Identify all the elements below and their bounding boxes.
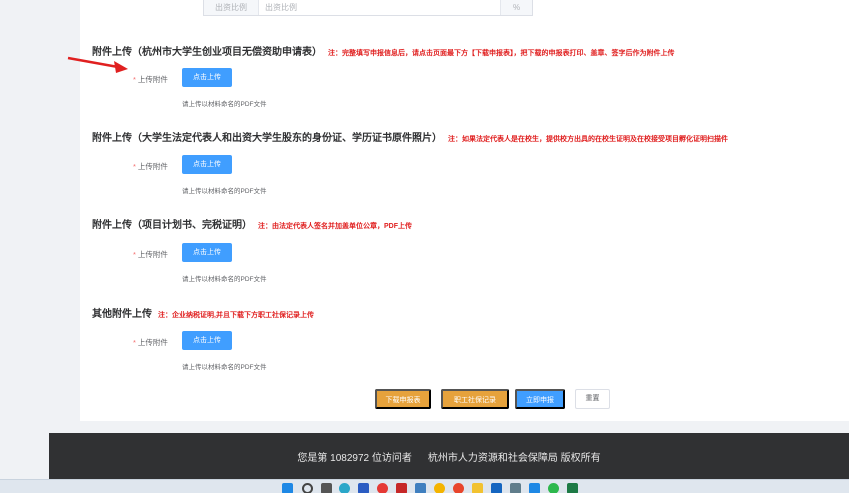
upload-hint: 请上传以材料命名的PDF文件 — [182, 185, 267, 195]
required-mark: * — [133, 250, 136, 259]
ratio-input-group[interactable]: 出资比例 出资比例 % — [203, 0, 533, 16]
app-icon[interactable] — [491, 483, 502, 493]
required-mark: * — [133, 75, 136, 84]
social-security-button[interactable]: 职工社保记录 — [441, 389, 509, 409]
section-note: 注：由法定代表人签名并加盖单位公章，PDF上传 — [258, 223, 412, 230]
form-actions: 职工社保记录 — [441, 389, 509, 409]
app-icon[interactable] — [510, 483, 521, 493]
section-title-business-plan: 附件上传（项目计划书、完税证明） 注：由法定代表人签名并加盖单位公章，PDF上传 — [92, 216, 412, 231]
upload-button-1[interactable]: 点击上传 — [182, 68, 232, 87]
windows-taskbar — [0, 479, 849, 493]
upload-field-label: *上传附件 — [133, 74, 168, 85]
app-icon[interactable] — [434, 483, 445, 493]
form-actions: 立即申报 — [515, 389, 565, 409]
download-form-button[interactable]: 下载申报表 — [375, 389, 431, 409]
submit-button[interactable]: 立即申报 — [515, 389, 565, 409]
section-title-other: 其他附件上传注：企业纳税证明,并且下载下方职工社保记录上传 — [92, 305, 314, 320]
upload-label-text: 上传附件 — [138, 250, 168, 259]
start-icon[interactable] — [282, 483, 293, 493]
section-title-text: 附件上传（大学生法定代表人和出资大学生股东的身份证、学历证书原件照片） — [92, 133, 442, 144]
form-card — [80, 0, 849, 421]
page-footer: 您是第 1082972 位访问者 杭州市人力资源和社会保障局 版权所有 — [49, 433, 849, 479]
required-mark: * — [133, 162, 136, 171]
search-icon[interactable] — [302, 483, 313, 493]
ratio-label: 出资比例 — [204, 0, 259, 15]
upload-hint: 请上传以材料命名的PDF文件 — [182, 361, 267, 371]
upload-field-label: *上传附件 — [133, 161, 168, 172]
upload-field-label: *上传附件 — [133, 249, 168, 260]
upload-hint: 请上传以材料命名的PDF文件 — [182, 98, 267, 108]
word-icon[interactable] — [358, 483, 369, 493]
required-mark: * — [133, 338, 136, 347]
visitor-count: 您是第 1082972 位访问者 — [297, 449, 412, 464]
upload-button-3[interactable]: 点击上传 — [182, 243, 232, 262]
app-icon[interactable] — [415, 483, 426, 493]
app-icon[interactable] — [529, 483, 540, 493]
section-title-application-form: 附件上传（杭州市大学生创业项目无偿资助申请表） 注：完整填写申报信息后，请点击页面… — [92, 43, 675, 58]
upload-field-label: *上传附件 — [133, 337, 168, 348]
app-icon[interactable] — [396, 483, 407, 493]
upload-button-2[interactable]: 点击上传 — [182, 155, 232, 174]
upload-label-text: 上传附件 — [138, 162, 168, 171]
section-title-text: 其他附件上传 — [92, 309, 152, 320]
form-actions: 下载申报表 — [375, 389, 431, 409]
task-view-icon[interactable] — [321, 483, 332, 493]
section-title-text: 附件上传（杭州市大学生创业项目无偿资助申请表） — [92, 47, 322, 58]
wechat-icon[interactable] — [548, 483, 559, 493]
app-icon[interactable] — [453, 483, 464, 493]
upload-label-text: 上传附件 — [138, 75, 168, 84]
section-note: 注：如果法定代表人是在校生，提供校方出具的在校生证明及在校接受项目孵化证明扫描件 — [448, 136, 728, 143]
form-actions: 重置 — [575, 389, 610, 409]
percent-unit: % — [500, 0, 532, 15]
section-title-id-documents: 附件上传（大学生法定代表人和出资大学生股东的身份证、学历证书原件照片） 注：如果法… — [92, 129, 728, 144]
copyright: 杭州市人力资源和社会保障局 版权所有 — [428, 449, 601, 464]
upload-button-4[interactable]: 点击上传 — [182, 331, 232, 350]
reset-button[interactable]: 重置 — [575, 389, 610, 409]
section-title-text: 附件上传（项目计划书、完税证明） — [92, 220, 252, 231]
folder-icon[interactable] — [472, 483, 483, 493]
section-note: 注：企业纳税证明,并且下载下方职工社保记录上传 — [158, 312, 314, 319]
edge-icon[interactable] — [339, 483, 350, 493]
excel-icon[interactable] — [567, 483, 578, 493]
ratio-input[interactable]: 出资比例 — [259, 2, 500, 13]
upload-label-text: 上传附件 — [138, 338, 168, 347]
section-note: 注：完整填写申报信息后，请点击页面最下方【下载申报表】，把下载的申报表打印、盖章… — [328, 50, 675, 57]
upload-hint: 请上传以材料命名的PDF文件 — [182, 273, 267, 283]
chrome-icon[interactable] — [377, 483, 388, 493]
